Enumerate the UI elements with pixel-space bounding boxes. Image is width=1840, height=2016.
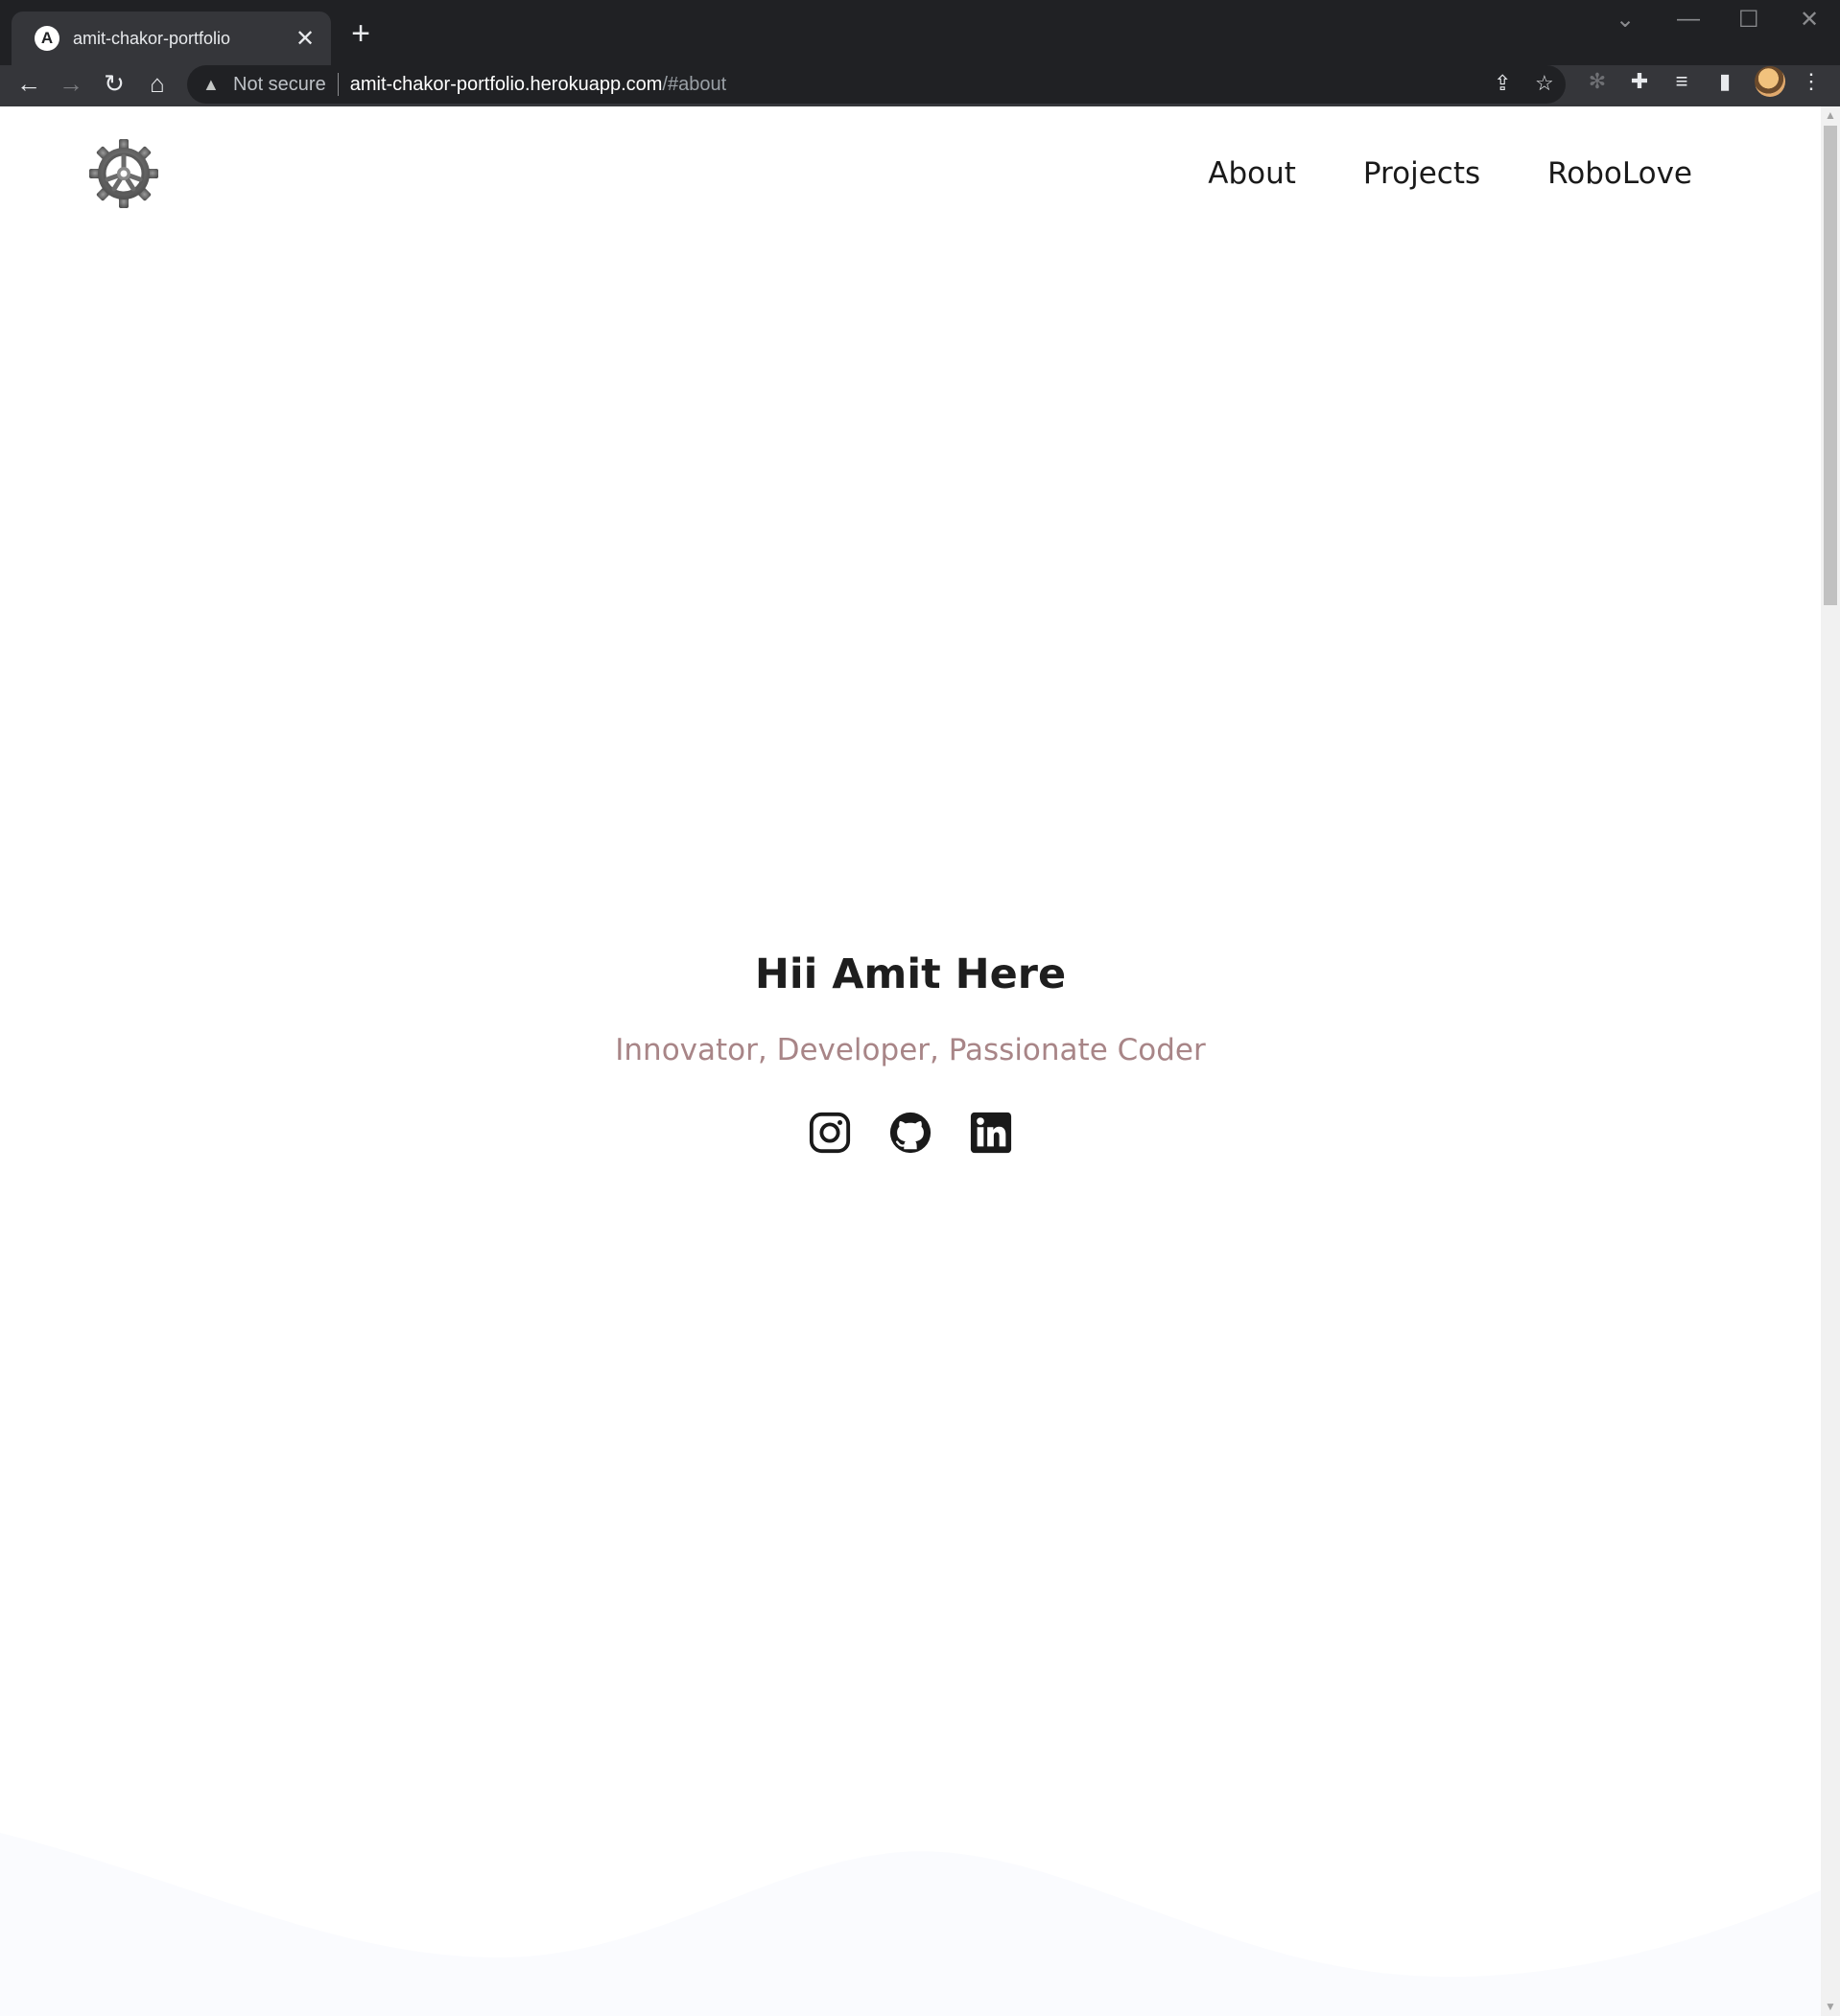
background-wave — [0, 1833, 1821, 2016]
browser-chrome: A amit-chakor-portfolio ✕ + ⌄ — ☐ ✕ ← → … — [0, 0, 1840, 106]
url-host: amit-chakor-portfolio.herokuapp.com — [349, 73, 663, 95]
social-links — [0, 1111, 1821, 1155]
warning-icon: ▲ — [202, 74, 220, 94]
extension-bug-icon[interactable]: ✻ — [1583, 69, 1612, 94]
side-panel-icon[interactable]: ▮ — [1710, 69, 1739, 94]
linkedin-icon[interactable] — [969, 1111, 1013, 1155]
tab-title: amit-chakor-portfolio — [73, 28, 231, 48]
extensions-puzzle-icon[interactable]: ✚ — [1625, 69, 1654, 94]
bookmark-star-icon[interactable]: ☆ — [1535, 71, 1554, 96]
close-tab-icon[interactable]: ✕ — [293, 25, 318, 53]
share-icon[interactable]: ⇪ — [1494, 71, 1511, 96]
page-scrollbar[interactable]: ▲ ▼ — [1821, 106, 1840, 2016]
browser-tab[interactable]: A amit-chakor-portfolio ✕ — [12, 12, 331, 65]
menu-kebab-icon[interactable]: ⋮ — [1797, 69, 1826, 94]
tab-favicon-icon: A — [35, 26, 59, 51]
nav-about[interactable]: About — [1208, 156, 1296, 191]
scrollbar-thumb[interactable] — [1824, 126, 1837, 605]
address-bar[interactable]: ▲ Not secure amit-chakor-portfolio.herok… — [187, 65, 1566, 104]
maximize-button[interactable]: ☐ — [1738, 6, 1759, 34]
profile-avatar[interactable] — [1755, 66, 1785, 97]
tab-strip: A amit-chakor-portfolio ✕ + ⌄ — ☐ ✕ — [0, 0, 1840, 65]
instagram-icon[interactable] — [808, 1111, 852, 1155]
forward-button[interactable]: → — [54, 69, 88, 99]
close-window-button[interactable]: ✕ — [1800, 6, 1819, 34]
scroll-down-icon[interactable]: ▼ — [1825, 2000, 1836, 2013]
new-tab-button[interactable]: + — [347, 17, 374, 50]
home-button[interactable]: ⌂ — [140, 69, 175, 99]
scroll-up-icon[interactable]: ▲ — [1825, 108, 1836, 122]
divider — [337, 73, 339, 96]
main-nav: About Projects RoboLove — [1208, 156, 1692, 191]
gear-icon[interactable] — [89, 139, 158, 208]
media-control-icon[interactable]: ≡ — [1667, 69, 1696, 94]
nav-robolove[interactable]: RoboLove — [1547, 156, 1692, 191]
hero-subtitle: Innovator, Developer, Passionate Coder — [615, 1033, 1206, 1067]
url-path: /#about — [662, 73, 727, 95]
minimize-button[interactable]: — — [1677, 6, 1700, 33]
nav-projects[interactable]: Projects — [1363, 156, 1480, 191]
security-label[interactable]: Not secure — [233, 74, 326, 96]
back-button[interactable]: ← — [12, 69, 46, 99]
page-viewport: About Projects RoboLove Hii Amit Here In… — [0, 106, 1821, 2016]
hero-title: Hii Amit Here — [754, 950, 1067, 998]
reload-button[interactable]: ↻ — [97, 69, 131, 99]
tab-search-icon[interactable]: ⌄ — [1616, 6, 1635, 34]
browser-toolbar: ← → ↻ ⌂ ▲ Not secure amit-chakor-portfol… — [0, 65, 1840, 106]
github-icon[interactable] — [888, 1111, 932, 1155]
